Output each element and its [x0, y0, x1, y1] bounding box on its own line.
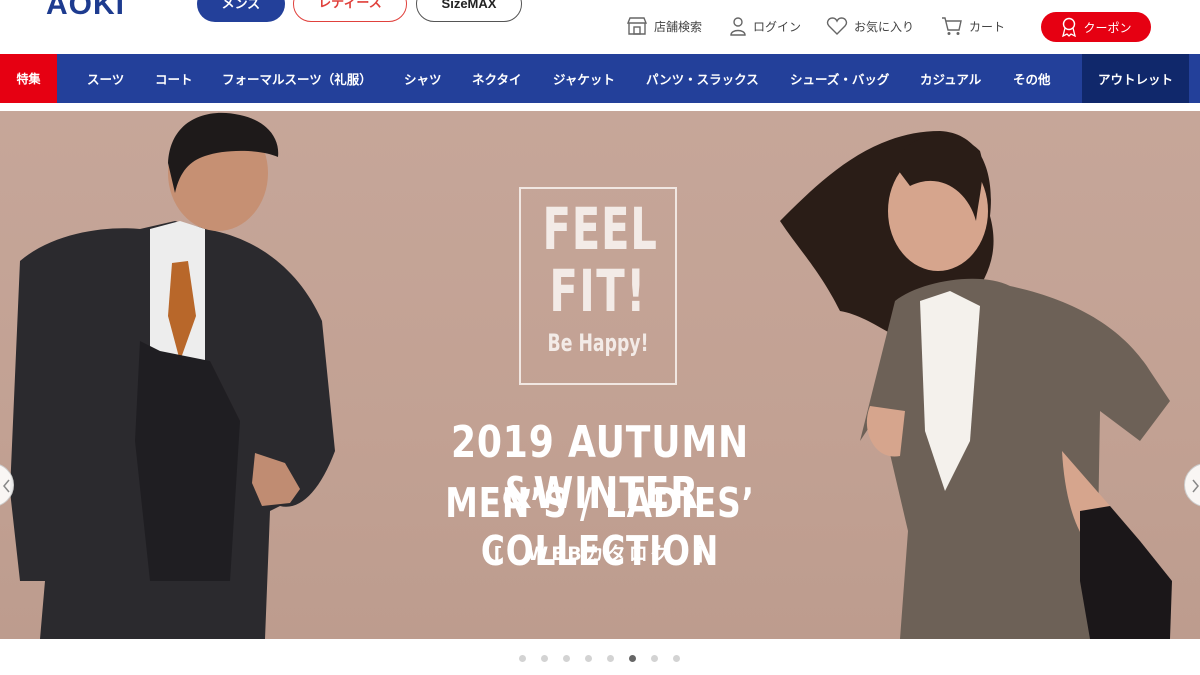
- favorites-link[interactable]: お気に入り: [826, 14, 914, 38]
- nav-item-jackets[interactable]: ジャケット: [553, 54, 615, 103]
- carousel-dot[interactable]: [673, 655, 680, 662]
- cart-link[interactable]: カート: [941, 14, 1005, 38]
- hero-banner[interactable]: FEEL FIT! Be Happy! 2019 AUTUMN &WINTER …: [0, 111, 1200, 639]
- carousel-next-button[interactable]: [1184, 463, 1200, 507]
- carousel-dot[interactable]: [563, 655, 570, 662]
- nav-item-formal-suits[interactable]: フォーマルスーツ（礼服）: [222, 54, 372, 103]
- nav-item-suits[interactable]: スーツ: [87, 54, 124, 103]
- ribbon-icon: [1062, 17, 1077, 37]
- web-catalog-link[interactable]: [ WEBカタログ ]: [300, 539, 900, 566]
- store-icon: [626, 17, 648, 35]
- favorites-label: お気に入り: [854, 19, 915, 34]
- user-icon: [730, 17, 746, 36]
- mens-tab-button[interactable]: メンズ: [197, 0, 285, 22]
- nav-item-outlet[interactable]: アウトレット: [1082, 54, 1189, 103]
- sizemax-tab-button[interactable]: SizeMAX: [416, 0, 522, 22]
- feel-fit-logo-box: FEEL FIT! Be Happy!: [519, 187, 677, 385]
- category-nav: 特集 スーツ コート フォーマルスーツ（礼服） シャツ ネクタイ ジャケット パ…: [0, 54, 1200, 103]
- store-search-link[interactable]: 店舗検索: [626, 14, 702, 38]
- carousel-dot[interactable]: [651, 655, 658, 662]
- fit-text: FIT!: [549, 257, 647, 325]
- nav-item-shoes-bags[interactable]: シューズ・バッグ: [790, 54, 889, 103]
- carousel-prev-button[interactable]: [0, 463, 14, 507]
- heart-icon: [826, 17, 848, 35]
- store-search-label: 店舗検索: [654, 19, 703, 34]
- chevron-right-icon: [1192, 479, 1199, 493]
- site-header: AOKI メンズ レディース SizeMAX 店舗検索 ログイン お気に入り カ…: [0, 0, 1200, 54]
- coupon-label: クーポン: [1083, 20, 1132, 35]
- cart-icon: [942, 17, 962, 35]
- nav-item-coats[interactable]: コート: [155, 54, 193, 103]
- carousel-dot[interactable]: [585, 655, 592, 662]
- nav-item-casual[interactable]: カジュアル: [920, 54, 981, 103]
- login-link[interactable]: ログイン: [729, 14, 801, 38]
- carousel-dot[interactable]: [541, 655, 548, 662]
- chevron-left-icon: [3, 479, 10, 493]
- nav-item-ties[interactable]: ネクタイ: [472, 54, 522, 103]
- carousel-dot[interactable]: [607, 655, 614, 662]
- nav-item-others[interactable]: その他: [1013, 54, 1051, 103]
- ladies-tab-button[interactable]: レディース: [293, 0, 407, 22]
- carousel-dot[interactable]: [629, 655, 636, 662]
- nav-item-pants[interactable]: パンツ・スラックス: [646, 54, 759, 103]
- nav-item-feature[interactable]: 特集: [0, 54, 57, 103]
- cart-label: カート: [969, 19, 1006, 34]
- login-label: ログイン: [753, 19, 802, 34]
- nav-item-shirts[interactable]: シャツ: [404, 54, 442, 103]
- coupon-button[interactable]: クーポン: [1041, 12, 1151, 42]
- carousel-dot[interactable]: [519, 655, 526, 662]
- be-happy-text: Be Happy!: [547, 329, 649, 357]
- aoki-logo[interactable]: AOKI: [46, 0, 125, 22]
- feel-text: FEEL: [542, 195, 658, 263]
- carousel-pagination: [0, 655, 1200, 667]
